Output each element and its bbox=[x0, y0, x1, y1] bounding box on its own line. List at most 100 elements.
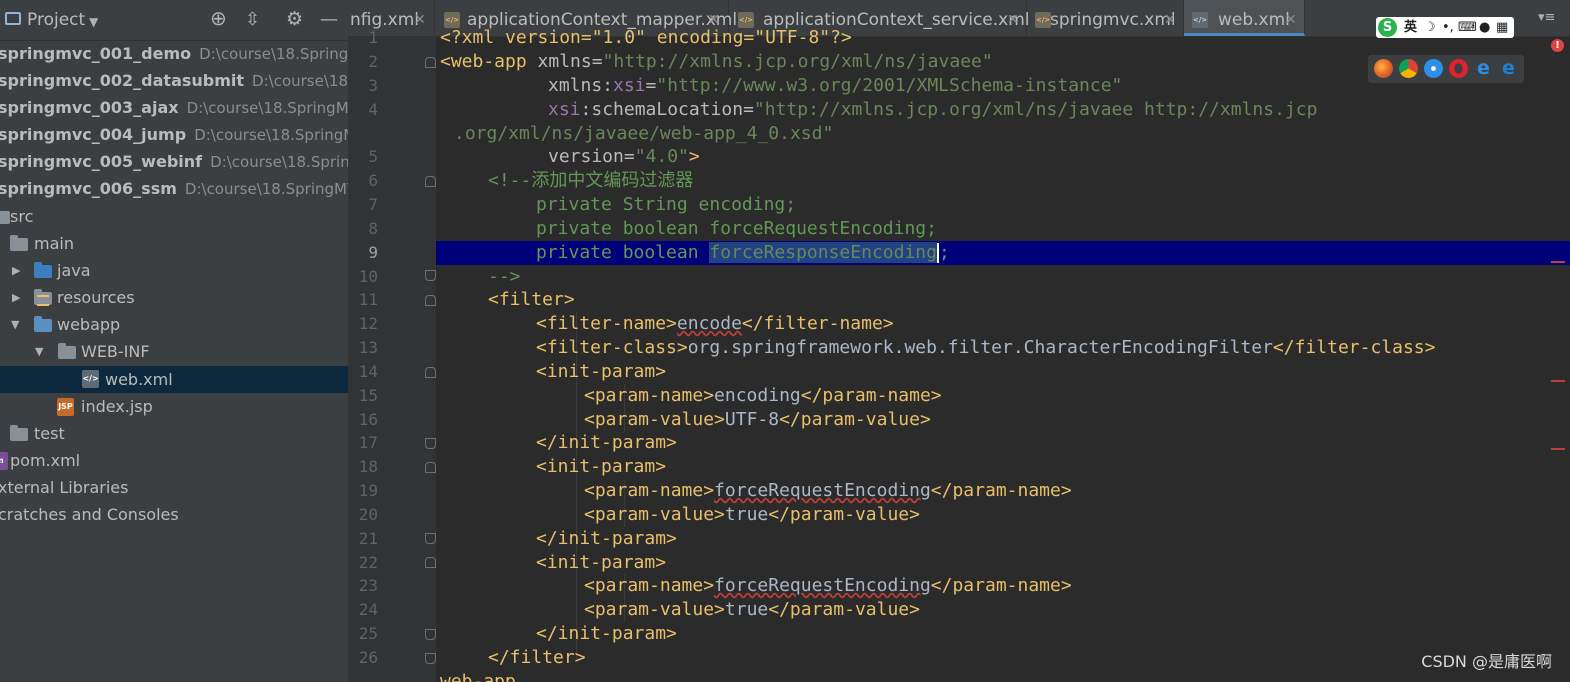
fold-marker-icon[interactable] bbox=[425, 438, 436, 449]
collapse-all-icon[interactable]: ⇳ bbox=[245, 11, 260, 29]
line-number-gutter: 1 2 3 4 5 6 7 8 9 10 11 12 13 14 15 16 1… bbox=[348, 28, 436, 682]
code-area[interactable]: <?xml version="1.0" encoding="UTF-8"?> <… bbox=[436, 27, 1570, 682]
tree-item-test[interactable]: test bbox=[0, 420, 348, 447]
keyboard-icon[interactable]: ⌨ bbox=[1458, 17, 1477, 38]
tree-item-main[interactable]: main bbox=[0, 230, 348, 257]
tree-item-module[interactable]: springmvc_005_webinf D:\course\18.SpringM… bbox=[0, 148, 348, 175]
close-icon[interactable]: ✕ bbox=[1285, 0, 1297, 40]
minimize-icon[interactable]: — bbox=[320, 11, 338, 29]
fold-marker-icon[interactable] bbox=[425, 176, 436, 187]
code-line-19: <param-name>forceRequestEncoding</param-… bbox=[584, 479, 1072, 503]
tab-web-xml[interactable]: </> web.xml ✕ bbox=[1184, 0, 1305, 36]
code-line-23: <param-name>forceRequestEncoding</param-… bbox=[584, 574, 1072, 598]
fold-marker-icon[interactable] bbox=[425, 367, 436, 378]
module-path: D:\course\18.SpringMVC bbox=[210, 153, 348, 171]
fold-marker-icon[interactable] bbox=[425, 629, 436, 640]
chevron-down-icon[interactable]: ▼ bbox=[89, 13, 98, 31]
code-token: = bbox=[645, 75, 657, 96]
punctuation-icon[interactable]: •, bbox=[1442, 17, 1454, 38]
tree-item-scratches[interactable]: cratches and Consoles bbox=[0, 501, 348, 528]
fold-marker-icon[interactable] bbox=[425, 533, 436, 544]
code-token: </param-value> bbox=[779, 409, 931, 430]
safari-icon[interactable] bbox=[1424, 59, 1443, 78]
fold-marker-icon[interactable] bbox=[425, 270, 436, 281]
text-selection[interactable]: forceResponseEncoding bbox=[709, 242, 937, 263]
project-view-icon[interactable] bbox=[5, 12, 21, 25]
code-token: <param-name> bbox=[584, 575, 715, 596]
chevron-down-icon[interactable]: ▼ bbox=[35, 338, 43, 365]
line-number: 12 bbox=[358, 314, 378, 333]
tree-label-resources: resources bbox=[57, 288, 135, 307]
error-stripe-mark[interactable] bbox=[1551, 380, 1565, 382]
firefox-icon[interactable] bbox=[1374, 59, 1393, 78]
error-stripe-mark[interactable] bbox=[1551, 448, 1565, 450]
gear-icon[interactable]: ⚙ bbox=[286, 10, 303, 29]
locate-file-icon[interactable]: ⊕ bbox=[210, 8, 227, 28]
tree-item-webapp[interactable]: ▼ webapp bbox=[0, 311, 348, 338]
browser-preview-bar: e e bbox=[1368, 55, 1524, 83]
fold-marker-icon[interactable] bbox=[425, 57, 436, 68]
code-line-11: <filter> bbox=[488, 288, 575, 312]
edge-icon[interactable]: e bbox=[1499, 59, 1518, 78]
user-icon[interactable]: ● bbox=[1479, 17, 1490, 38]
line-number: 16 bbox=[358, 410, 378, 429]
internet-explorer-icon[interactable]: e bbox=[1474, 59, 1493, 78]
code-comment: private String encoding; bbox=[536, 194, 797, 215]
project-view-title[interactable]: Project bbox=[27, 10, 85, 30]
tree-item-module[interactable]: springmvc_001_demo D:\course\18.SpringMVC… bbox=[0, 40, 348, 67]
code-token: > bbox=[688, 146, 700, 167]
code-token: "http://xmlns.jcp.org/xml/ns/javaee http… bbox=[753, 99, 1318, 120]
chevron-right-icon[interactable]: ▶ bbox=[12, 257, 20, 284]
code-line-21: </init-param> bbox=[536, 527, 677, 551]
tree-item-src[interactable]: src bbox=[0, 203, 348, 230]
sogou-logo-icon[interactable]: S bbox=[1378, 18, 1397, 37]
tree-item-module[interactable]: springmvc_004_jump D:\course\18.SpringMVC… bbox=[0, 121, 348, 148]
code-line-4-wrap: .org/xml/ns/javaee/web-app_4_0.xsd" bbox=[454, 122, 833, 146]
error-indicator-icon[interactable]: ! bbox=[1551, 39, 1564, 52]
fold-marker-icon[interactable] bbox=[425, 653, 436, 664]
tree-item-resources[interactable]: ▶ resources bbox=[0, 284, 348, 311]
line-number: 26 bbox=[358, 648, 378, 667]
spring-xml-file-icon: </> bbox=[1035, 12, 1051, 28]
chevron-down-icon[interactable]: ▼ bbox=[11, 311, 19, 338]
fold-marker-icon[interactable] bbox=[425, 295, 436, 306]
tree-item-webxml[interactable]: </> web.xml bbox=[0, 366, 348, 393]
code-token: </param-name> bbox=[800, 385, 942, 406]
tab-overflow-icon[interactable]: ▾≡ bbox=[1538, 10, 1555, 25]
fold-marker-icon[interactable] bbox=[425, 557, 436, 568]
close-icon[interactable]: ✕ bbox=[1007, 0, 1019, 40]
tab-springmvc-xml[interactable]: </> springmvc.xml ✕ bbox=[1027, 0, 1184, 36]
tree-item-module[interactable]: springmvc_003_ajax D:\course\18.SpringMVC… bbox=[0, 94, 348, 121]
tree-item-module[interactable]: springmvc_002_datasubmit D:\course\18.Spr… bbox=[0, 67, 348, 94]
close-icon[interactable]: ✕ bbox=[414, 0, 426, 40]
tree-item-module[interactable]: springmvc_006_ssm D:\course\18.SpringMVC\… bbox=[0, 175, 348, 202]
ime-toolbar: S 英 ☽ •, ⌨ ● ▦ bbox=[1376, 17, 1514, 38]
tree-item-external-libraries[interactable]: xternal Libraries bbox=[0, 474, 348, 501]
code-comment: --> bbox=[488, 266, 521, 287]
line-number: 13 bbox=[358, 338, 378, 357]
code-token: xsi bbox=[613, 75, 646, 96]
opera-icon[interactable] bbox=[1449, 59, 1468, 78]
tree-label-main: main bbox=[34, 234, 74, 253]
code-token: <web-app bbox=[440, 51, 538, 72]
moon-icon[interactable]: ☽ bbox=[1424, 17, 1436, 38]
tree-item-java[interactable]: ▶ java bbox=[0, 257, 348, 284]
fold-marker-icon[interactable] bbox=[425, 462, 436, 473]
tree-item-webinf[interactable]: ▼ WEB-INF bbox=[0, 338, 348, 365]
code-line-16: <param-value>UTF-8</param-value> bbox=[584, 408, 931, 432]
chrome-icon[interactable] bbox=[1399, 59, 1418, 78]
chevron-right-icon[interactable]: ▶ bbox=[12, 284, 20, 311]
project-panel: Project ▼ ⊕ ⇳ ⚙ — springmvc_001_demo D:\c… bbox=[0, 0, 348, 682]
tree-item-pom[interactable]: m pom.xml bbox=[0, 447, 348, 474]
module-name: springmvc_004_jump bbox=[0, 125, 187, 144]
code-token: <param-value> bbox=[584, 504, 725, 525]
line-number: 15 bbox=[358, 386, 378, 405]
close-icon[interactable]: ✕ bbox=[1164, 0, 1176, 40]
line-number: 2 bbox=[368, 52, 378, 71]
error-stripe-mark[interactable] bbox=[1551, 261, 1565, 263]
ime-language-label[interactable]: 英 bbox=[1404, 17, 1417, 38]
project-panel-header: Project ▼ ⊕ ⇳ ⚙ — bbox=[0, 0, 348, 41]
grid-icon[interactable]: ▦ bbox=[1496, 17, 1508, 38]
tree-item-indexjsp[interactable]: JSP index.jsp bbox=[0, 393, 348, 420]
line-number: 4 bbox=[368, 100, 378, 119]
